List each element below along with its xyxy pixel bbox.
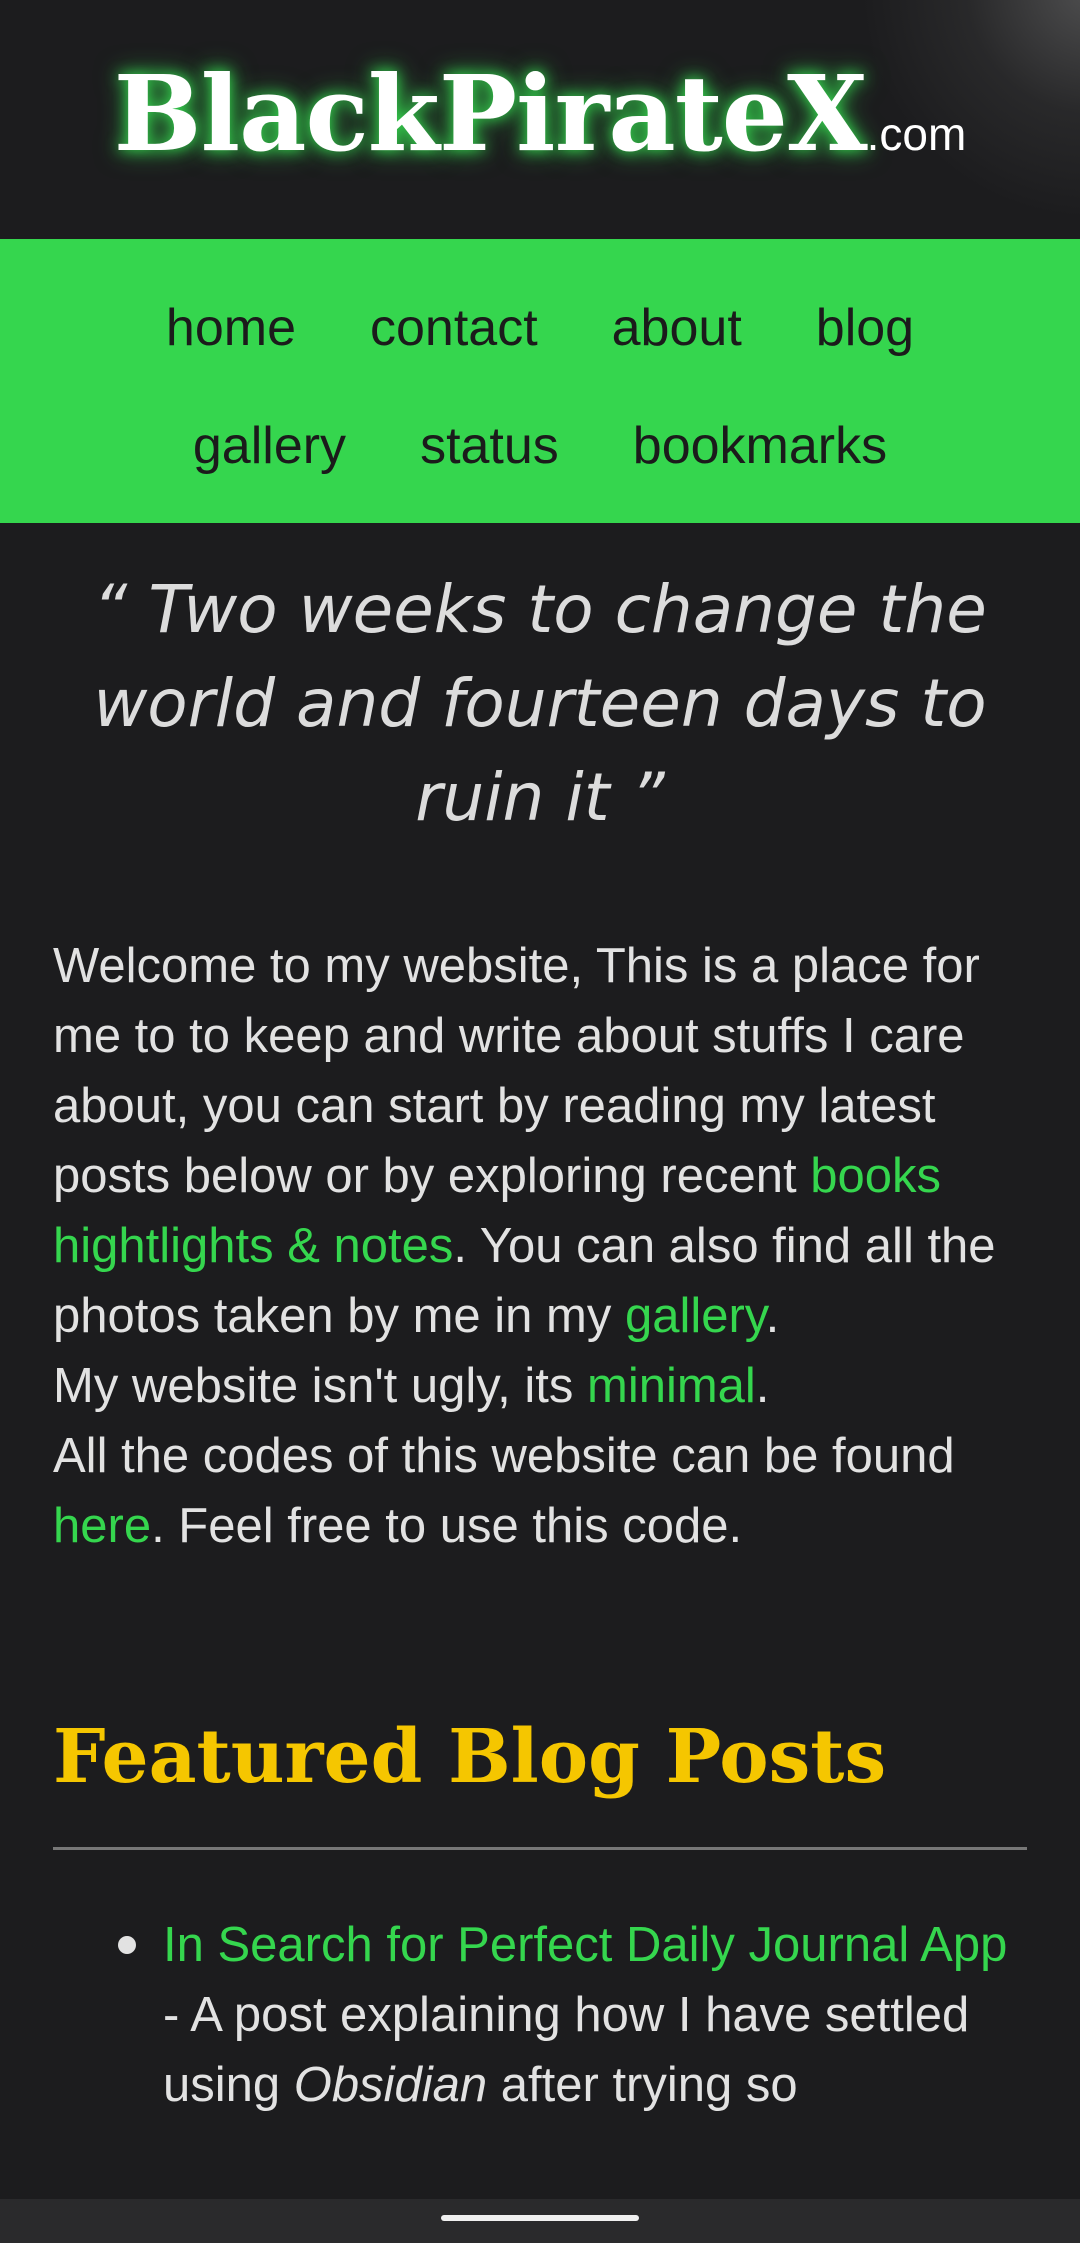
logo-tld[interactable]: .com xyxy=(867,108,967,160)
list-item: In Search for Perfect Daily Journal App … xyxy=(118,1910,1027,2120)
intro-p3-start: All the codes of this website can be fou… xyxy=(53,1429,955,1483)
intro-p2-start: My website isn't ugly, its xyxy=(53,1359,587,1413)
system-navigation-bar xyxy=(0,2199,1080,2243)
main-content: “ Two weeks to change the world and four… xyxy=(0,563,1080,2120)
nav-link-status[interactable]: status xyxy=(420,416,559,476)
main-nav: home contact about blog gallery status b… xyxy=(0,239,1080,523)
site-header: BlackPirateX.com xyxy=(0,0,1080,239)
intro-p2-end: . xyxy=(755,1359,770,1413)
post-desc-end: after trying so xyxy=(487,2058,798,2112)
home-gesture-handle[interactable] xyxy=(441,2215,639,2221)
section-divider xyxy=(53,1847,1027,1850)
gallery-link[interactable]: gallery xyxy=(625,1289,766,1343)
nav-link-about[interactable]: about xyxy=(612,298,742,358)
nav-link-contact[interactable]: contact xyxy=(370,298,538,358)
site-logo[interactable]: BlackPirateX.com xyxy=(0,52,1080,175)
nav-link-gallery[interactable]: gallery xyxy=(193,416,346,476)
nav-row-1: home contact about blog xyxy=(0,269,1080,387)
tagline-quote: “ Two weeks to change the world and four… xyxy=(93,571,987,836)
logo-name[interactable]: BlackPirateX xyxy=(114,52,868,175)
nav-link-bookmarks[interactable]: bookmarks xyxy=(633,416,887,476)
intro-p1-end: . xyxy=(765,1289,780,1343)
post-desc-emphasis: Obsidian xyxy=(293,2058,488,2112)
post-link[interactable]: In Search for Perfect Daily Journal App xyxy=(163,1918,1007,1972)
intro-p3-end: . Feel free to use this code. xyxy=(151,1499,743,1553)
bullet-icon xyxy=(118,1936,136,1954)
featured-posts-heading: Featured Blog Posts xyxy=(53,1714,887,1800)
featured-posts-list: In Search for Perfect Daily Journal App … xyxy=(53,1910,1027,2120)
nav-link-home[interactable]: home xyxy=(166,298,296,358)
intro-text: Welcome to my website, This is a place f… xyxy=(53,931,1027,1561)
source-code-link[interactable]: here xyxy=(53,1499,151,1553)
nav-row-2: gallery status bookmarks xyxy=(0,387,1080,505)
nav-link-blog[interactable]: blog xyxy=(816,298,914,358)
minimal-link[interactable]: minimal xyxy=(587,1359,756,1413)
